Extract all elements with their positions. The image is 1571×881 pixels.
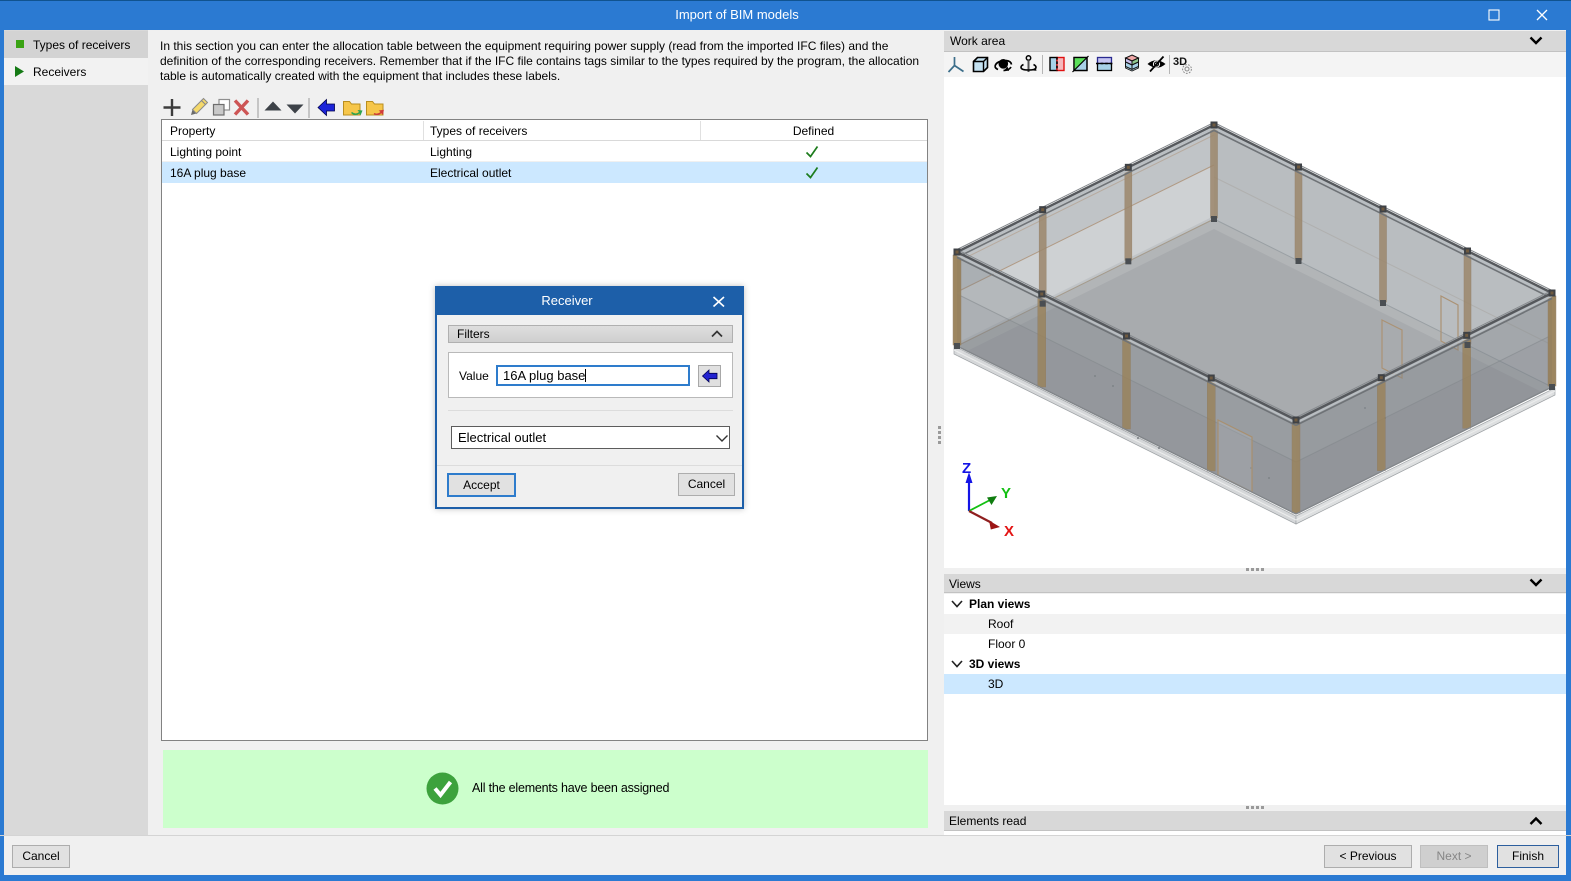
svg-text:X: X <box>1004 523 1014 540</box>
svg-text:Y: Y <box>1001 485 1011 502</box>
svg-text:3D: 3D <box>1173 56 1187 68</box>
svg-text:Z: Z <box>962 460 971 477</box>
